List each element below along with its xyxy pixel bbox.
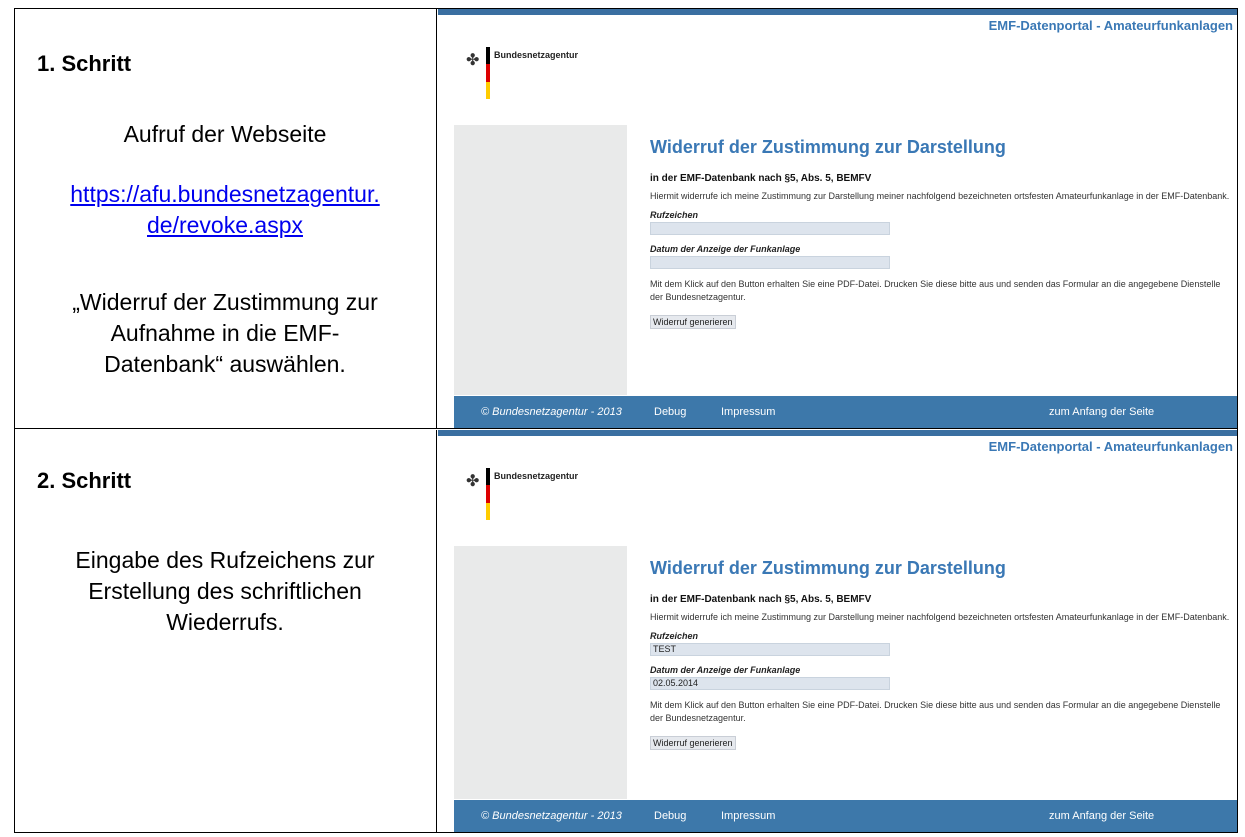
date-input[interactable]: 02.05.2014 [650, 677, 890, 690]
footer-copyright: © Bundesnetzagentur - 2013 [481, 810, 622, 822]
german-flag-stripe [486, 468, 490, 520]
german-flag-stripe [486, 47, 490, 99]
step-1-url-link[interactable]: https://afu.bundesnetzagentur. de/revoke… [25, 179, 425, 241]
instruction-line-3: Datenbank“ auswählen. [104, 351, 346, 377]
portal-title: EMF-Datenportal - Amateurfunkanlagen [988, 18, 1233, 33]
callsign-input[interactable]: TEST [650, 643, 890, 656]
instruction-line-1: „Widerruf der Zustimmung zur [72, 289, 378, 315]
date-label: Datum der Anzeige der Funkanlage [650, 665, 801, 675]
step-2-title: 2. Schritt [37, 468, 132, 493]
footer-impressum-link[interactable]: Impressum [721, 810, 775, 822]
form-info: Mit dem Klick auf den Button erhalten Si… [650, 279, 1221, 302]
date-input[interactable] [650, 256, 890, 269]
step-2-line-1: Eingabe des Rufzeichens zur [75, 547, 375, 573]
footer-top-link[interactable]: zum Anfang der Seite [1049, 810, 1154, 822]
footer-copyright: © Bundesnetzagentur - 2013 [481, 406, 622, 418]
form-info: Mit dem Klick auf den Button erhalten Si… [650, 700, 1221, 723]
header-bar [438, 9, 1237, 15]
generate-revocation-button[interactable]: Widerruf generieren [650, 315, 736, 329]
portal-title: EMF-Datenportal - Amateurfunkanlagen [988, 439, 1233, 454]
eagle-icon: ✤ [466, 473, 480, 490]
callsign-label: Rufzeichen [650, 631, 699, 641]
form-heading: Widerruf der Zustimmung zur Darstellung [650, 137, 1006, 157]
brand-name: Bundesnetzagentur [494, 471, 579, 481]
header-bar [438, 430, 1237, 436]
eagle-icon: ✤ [466, 52, 480, 69]
step-1-title: 1. Schritt [37, 51, 132, 76]
form-subheading: in der EMF-Datenbank nach §5, Abs. 5, BE… [650, 173, 872, 184]
revoke-form: Widerruf der Zustimmung zur Darstellung … [650, 558, 1231, 751]
callsign-input[interactable] [650, 222, 890, 235]
bundesnetzagentur-logo: ✤ Bundesnetzagentur [466, 468, 666, 528]
side-column [454, 125, 627, 395]
instruction-table: 1. Schritt Aufruf der Webseite https://a… [14, 8, 1238, 833]
form-heading: Widerruf der Zustimmung zur Darstellung [650, 558, 1006, 578]
form-intro: Hiermit widerrufe ich meine Zustimmung z… [650, 612, 1230, 622]
step-1-text: Aufruf der Webseite [123, 121, 327, 147]
brand-name: Bundesnetzagentur [494, 50, 579, 60]
side-column [454, 546, 627, 799]
step-2-text: Eingabe des Rufzeichens zur Erstellung d… [25, 545, 425, 638]
step-1-instruction: „Widerruf der Zustimmung zur Aufnahme in… [25, 287, 425, 380]
footer-debug-link[interactable]: Debug [654, 406, 686, 418]
footer: © Bundesnetzagentur - 2013 Debug Impress… [454, 800, 1237, 832]
table-row-step-2: 2. Schritt Eingabe des Rufzeichens zur E… [15, 430, 1237, 832]
step-2-description-cell: 2. Schritt Eingabe des Rufzeichens zur E… [15, 430, 437, 832]
footer-impressum-link[interactable]: Impressum [721, 406, 775, 418]
table-row-step-1: 1. Schritt Aufruf der Webseite https://a… [15, 9, 1237, 429]
instruction-line-2: Aufnahme in die EMF- [110, 320, 340, 346]
screenshot-step-2: EMF-Datenportal - Amateurfunkanlagen ✤ B… [438, 430, 1237, 832]
date-label: Datum der Anzeige der Funkanlage [650, 244, 801, 254]
url-line-2[interactable]: de/revoke.aspx [147, 212, 303, 238]
generate-revocation-button[interactable]: Widerruf generieren [650, 736, 736, 750]
step-2-line-2: Erstellung des schriftlichen [88, 578, 362, 604]
screenshot-step-1: EMF-Datenportal - Amateurfunkanlagen ✤ B… [438, 9, 1237, 428]
step-1-description-cell: 1. Schritt Aufruf der Webseite https://a… [15, 9, 437, 428]
callsign-label: Rufzeichen [650, 210, 699, 220]
bundesnetzagentur-logo: ✤ Bundesnetzagentur [466, 47, 666, 107]
url-line-1[interactable]: https://afu.bundesnetzagentur. [70, 181, 379, 207]
footer-top-link[interactable]: zum Anfang der Seite [1049, 406, 1154, 418]
form-subheading: in der EMF-Datenbank nach §5, Abs. 5, BE… [650, 594, 872, 605]
form-intro: Hiermit widerrufe ich meine Zustimmung z… [650, 191, 1230, 201]
step-2-line-3: Wiederrufs. [166, 609, 284, 635]
footer: © Bundesnetzagentur - 2013 Debug Impress… [454, 396, 1237, 428]
revoke-form: Widerruf der Zustimmung zur Darstellung … [650, 137, 1231, 330]
footer-debug-link[interactable]: Debug [654, 810, 686, 822]
